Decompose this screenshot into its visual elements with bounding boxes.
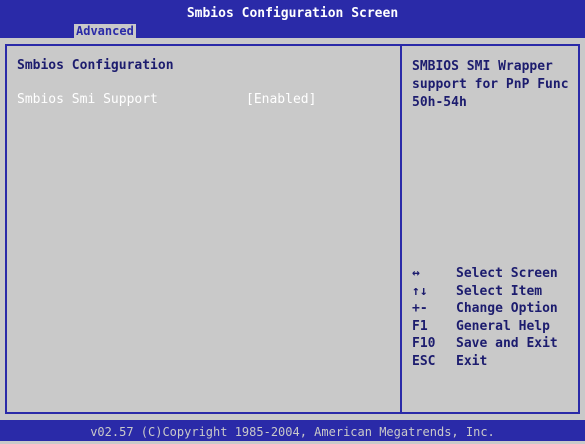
key-desc: Save and Exit xyxy=(456,336,558,351)
help-line: SMBIOS SMI Wrapper xyxy=(412,59,553,74)
key-desc: Exit xyxy=(456,353,488,369)
screen-title: Smbios Configuration Screen xyxy=(0,0,585,24)
tab-advanced[interactable]: Advanced xyxy=(74,24,136,38)
key-row-change-option: +- Change Option xyxy=(412,301,577,319)
key-row-select-screen: ↔ Select Screen xyxy=(412,266,577,284)
copyright-footer: v02.57 (C)Copyright 1985-2004, American … xyxy=(0,420,585,441)
left-right-arrow-icon: ↔ xyxy=(412,266,420,281)
key-row-exit: ESC Exit xyxy=(412,354,577,372)
help-line: support for PnP Func xyxy=(412,77,569,92)
panel-divider xyxy=(400,44,402,414)
section-title: Smbios Configuration xyxy=(17,58,174,73)
setting-value[interactable]: [Enabled] xyxy=(246,92,316,107)
help-line: 50h-54h xyxy=(412,95,467,110)
setting-label: Smbios Smi Support xyxy=(17,92,158,107)
key-row-select-item: ↑↓ Select Item xyxy=(412,284,577,302)
tab-bar: Advanced xyxy=(0,24,585,38)
key-row-save-exit: F10 Save and Exit xyxy=(412,336,577,354)
key-desc: General Help xyxy=(456,318,550,334)
f10-key: F10 xyxy=(412,336,436,351)
key-row-general-help: F1 General Help xyxy=(412,319,577,337)
help-text: SMBIOS SMI Wrapper support for PnP Func … xyxy=(412,58,577,112)
key-desc: Select Item xyxy=(456,283,543,299)
plus-minus-key: +- xyxy=(412,301,428,316)
f1-key: F1 xyxy=(412,318,428,334)
setting-smbios-smi-support[interactable]: Smbios Smi Support [Enabled] xyxy=(17,92,397,110)
esc-key: ESC xyxy=(412,353,436,369)
key-legend: ↔ Select Screen ↑↓ Select Item +- Change… xyxy=(412,266,577,371)
key-desc: Change Option xyxy=(456,301,558,316)
bios-screen: Smbios Configuration Screen Advanced Smb… xyxy=(0,0,585,441)
up-down-arrow-icon: ↑↓ xyxy=(412,283,428,299)
key-desc: Select Screen xyxy=(456,266,558,281)
